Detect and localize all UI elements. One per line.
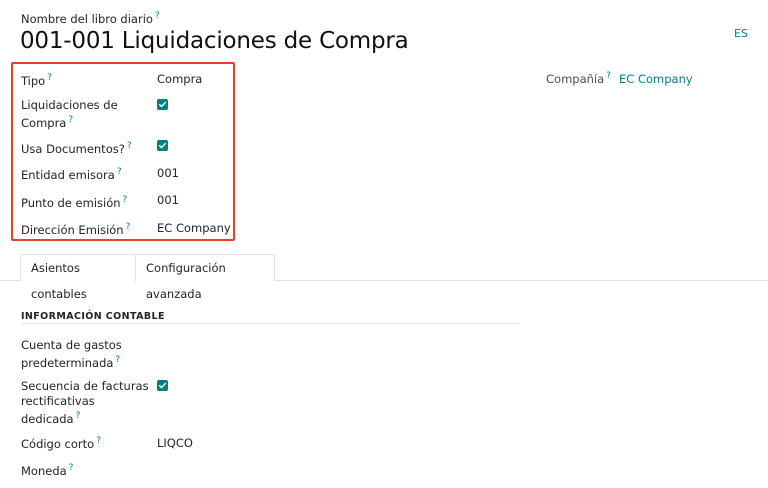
tipo-field[interactable]: Compra: [157, 72, 202, 87]
help-icon[interactable]: ?: [69, 463, 74, 473]
direccion-emision-label: Dirección Emisión?: [21, 222, 131, 237]
direccion-emision-field[interactable]: EC Company: [157, 221, 231, 236]
usa-documentos-label: Usa Documentos??: [21, 141, 132, 156]
checkmark-icon: [158, 382, 167, 389]
liquidaciones-checkbox[interactable]: [157, 99, 168, 110]
liquidaciones-label: Liquidaciones de Compra?: [21, 98, 118, 130]
secuencia-label: Secuencia de facturas rectificativas dedic…: [21, 379, 149, 426]
help-icon[interactable]: ?: [76, 411, 81, 421]
entidad-emisora-label: Entidad emisora?: [21, 167, 122, 182]
moneda-label: Moneda?: [21, 463, 74, 478]
entidad-emisora-field[interactable]: 001: [157, 166, 179, 181]
notebook-tabs: Asientos contables Configuración avanzad…: [0, 254, 768, 301]
punto-emision-label: Punto de emisión?: [21, 195, 128, 210]
help-icon[interactable]: ?: [47, 73, 52, 83]
language-toggle-button[interactable]: ES: [734, 27, 748, 40]
journal-name-label: Nombre del libro diario?: [21, 11, 160, 26]
company-link[interactable]: EC Company: [619, 72, 693, 86]
tab-asientos-contables[interactable]: Asientos contables: [20, 254, 136, 301]
codigo-corto-field[interactable]: LIQCO: [157, 436, 193, 451]
checkmark-icon: [158, 101, 167, 108]
company-label: Compañía?: [546, 71, 611, 86]
help-icon[interactable]: ?: [123, 195, 128, 205]
cuenta-gastos-label: Cuenta de gastos predeterminada?: [21, 338, 122, 370]
usa-documentos-checkbox[interactable]: [157, 140, 168, 151]
punto-emision-field[interactable]: 001: [157, 193, 179, 208]
checkmark-icon: [158, 142, 167, 149]
moneda-field[interactable]: [157, 462, 357, 477]
help-icon[interactable]: ?: [117, 167, 122, 177]
journal-title-field[interactable]: 001-001 Liquidaciones de Compra: [20, 28, 409, 54]
help-icon[interactable]: ?: [126, 222, 131, 232]
codigo-corto-label: Código corto?: [21, 436, 101, 451]
help-icon[interactable]: ?: [155, 11, 160, 21]
secuencia-checkbox[interactable]: [157, 380, 168, 391]
help-icon[interactable]: ?: [68, 115, 73, 125]
section-divider: [21, 323, 520, 324]
tab-configuracion-avanzada[interactable]: Configuración avanzada: [136, 254, 275, 301]
help-icon[interactable]: ?: [115, 355, 120, 365]
help-icon[interactable]: ?: [96, 436, 101, 446]
help-icon[interactable]: ?: [127, 141, 132, 151]
section-title: INFORMACIÓN CONTABLE: [21, 311, 165, 322]
tipo-label: Tipo?: [21, 73, 52, 88]
cuenta-gastos-field[interactable]: [157, 346, 357, 361]
help-icon[interactable]: ?: [606, 71, 611, 81]
